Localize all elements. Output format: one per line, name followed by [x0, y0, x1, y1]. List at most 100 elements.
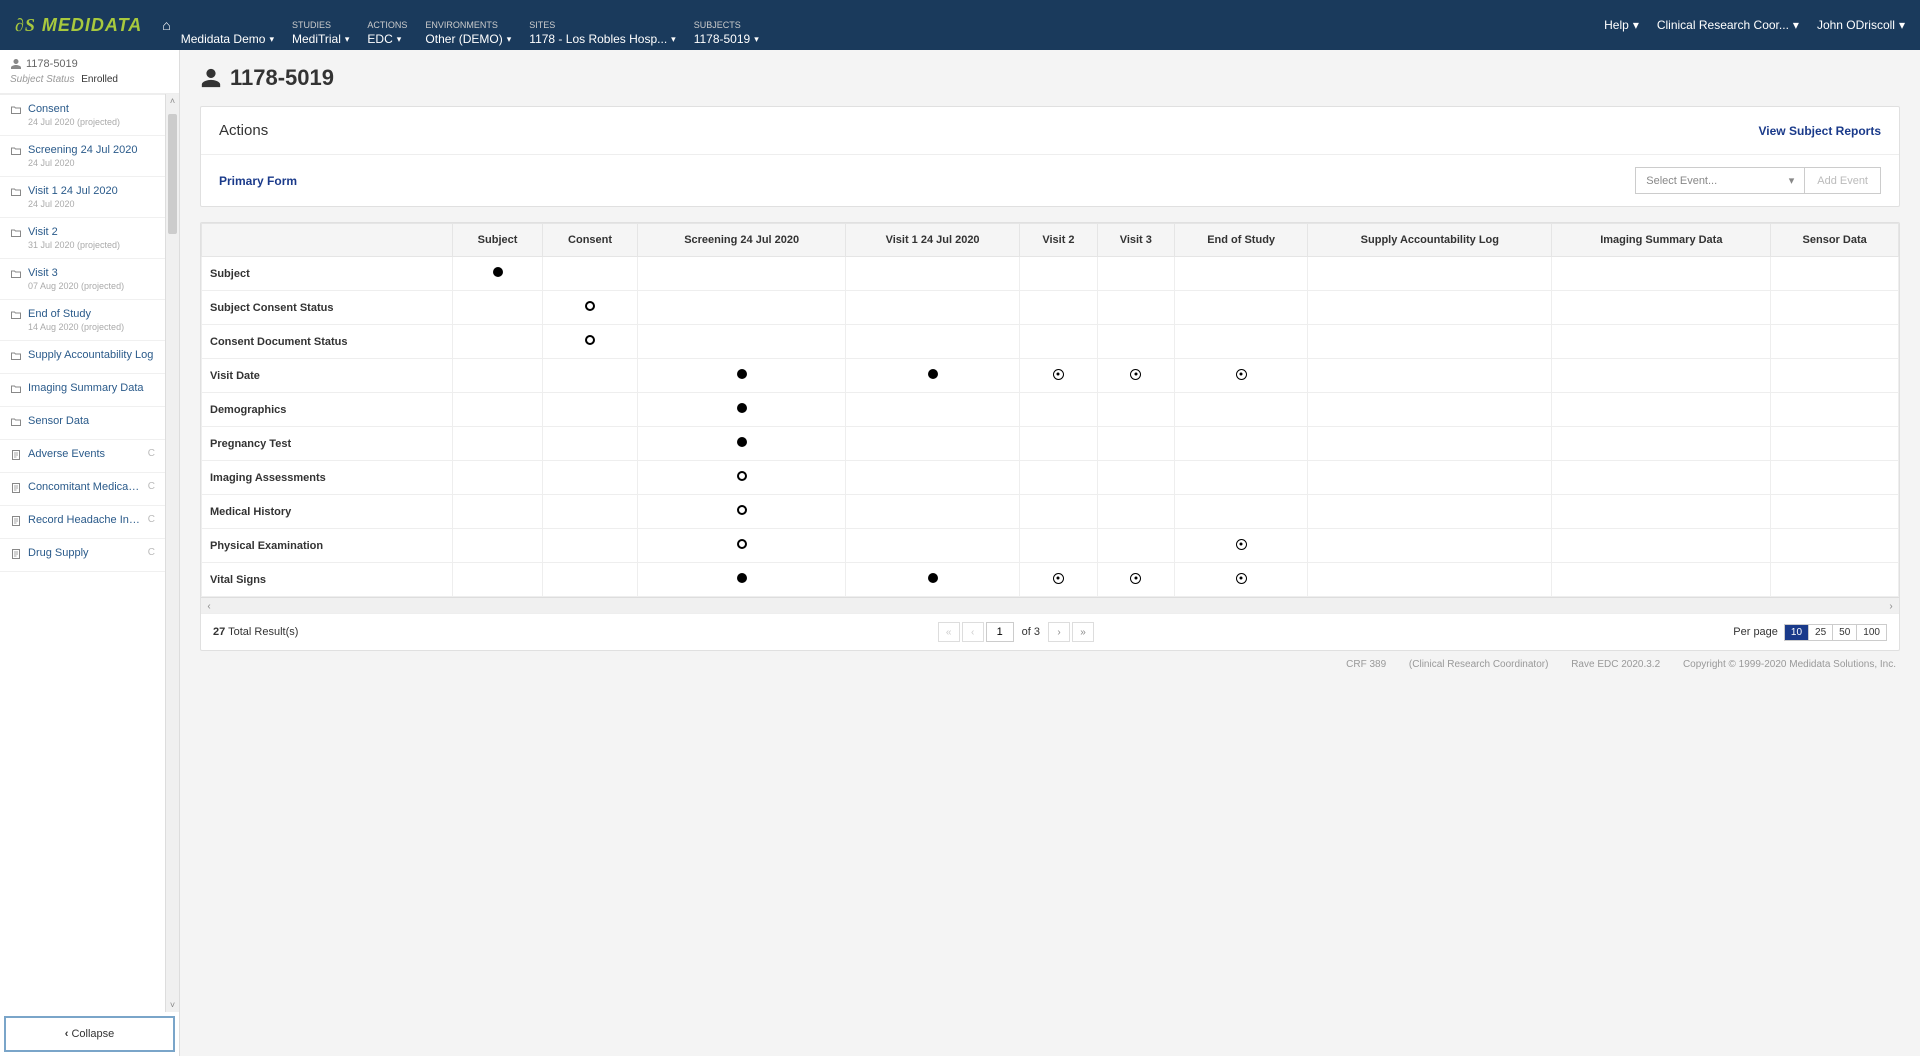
sidebar-item[interactable]: Screening 24 Jul 202024 Jul 2020: [0, 136, 165, 177]
status-target-icon[interactable]: [1053, 369, 1064, 380]
sidebar-item[interactable]: End of Study14 Aug 2020 (projected): [0, 300, 165, 341]
grid-cell[interactable]: [638, 529, 845, 563]
grid-cell[interactable]: [638, 359, 845, 393]
status-empty-icon[interactable]: [585, 335, 595, 345]
add-event-button[interactable]: Add Event: [1805, 167, 1881, 194]
grid-column-header[interactable]: Visit 1 24 Jul 2020: [845, 224, 1019, 257]
sidebar-item[interactable]: Concomitant MedicationC: [0, 473, 165, 506]
grid-cell[interactable]: [1097, 359, 1174, 393]
sidebar-item[interactable]: Consent24 Jul 2020 (projected): [0, 95, 165, 136]
status-filled-icon[interactable]: [737, 573, 747, 583]
nav-actions-dropdown[interactable]: EDC▾: [367, 32, 407, 46]
sidebar-item[interactable]: Drug SupplyC: [0, 539, 165, 572]
sidebar-item[interactable]: Adverse EventsC: [0, 440, 165, 473]
scrollbar-thumb[interactable]: [168, 114, 177, 234]
sidebar-item[interactable]: Visit 307 Aug 2020 (projected): [0, 259, 165, 300]
nav-env-dropdown[interactable]: Other (DEMO)▾: [425, 32, 511, 46]
nav-sites-dropdown[interactable]: 1178 - Los Robles Hosp...▾: [529, 32, 675, 46]
grid-column-header[interactable]: Imaging Summary Data: [1552, 224, 1771, 257]
sidebar-scrollbar[interactable]: ˄ ˅: [165, 94, 179, 1012]
select-event-dropdown[interactable]: Select Event... ▾: [1635, 167, 1805, 194]
grid-cell[interactable]: [638, 495, 845, 529]
grid-cell[interactable]: [1020, 563, 1097, 597]
view-subject-reports-link[interactable]: View Subject Reports: [1759, 124, 1881, 138]
status-target-icon[interactable]: [1236, 369, 1247, 380]
page-first-button[interactable]: «: [938, 622, 960, 642]
grid-cell[interactable]: [638, 461, 845, 495]
sidebar-item[interactable]: Record Headache InformationC: [0, 506, 165, 539]
nav-home-dropdown[interactable]: Medidata Demo▾: [181, 32, 274, 46]
user-dropdown[interactable]: John ODriscoll▾: [1817, 18, 1905, 32]
status-target-icon[interactable]: [1236, 539, 1247, 550]
status-empty-icon[interactable]: [737, 471, 747, 481]
grid-row-label[interactable]: Medical History: [202, 495, 453, 529]
sidebar-item[interactable]: Imaging Summary Data: [0, 374, 165, 407]
collapse-button[interactable]: Collapse: [4, 1016, 175, 1052]
grid-cell[interactable]: [1174, 563, 1307, 597]
grid-horizontal-scrollbar[interactable]: ‹ ›: [201, 597, 1899, 613]
home-icon[interactable]: ⌂: [162, 17, 170, 33]
grid-cell[interactable]: [1097, 563, 1174, 597]
scroll-left-icon[interactable]: ‹: [201, 598, 217, 614]
grid-cell[interactable]: [638, 427, 845, 461]
grid-cell[interactable]: [1174, 529, 1307, 563]
grid-row-label[interactable]: Consent Document Status: [202, 325, 453, 359]
status-filled-icon[interactable]: [493, 267, 503, 277]
status-target-icon[interactable]: [1130, 573, 1141, 584]
scroll-down-icon[interactable]: ˅: [166, 998, 179, 1012]
grid-cell[interactable]: [845, 359, 1019, 393]
grid-column-header[interactable]: Screening 24 Jul 2020: [638, 224, 845, 257]
per-page-option[interactable]: 100: [1856, 625, 1886, 640]
grid-cell[interactable]: [1174, 359, 1307, 393]
status-target-icon[interactable]: [1053, 573, 1064, 584]
per-page-option[interactable]: 10: [1785, 625, 1808, 640]
per-page-option[interactable]: 50: [1832, 625, 1856, 640]
grid-row-label[interactable]: Imaging Assessments: [202, 461, 453, 495]
grid-cell[interactable]: [1020, 359, 1097, 393]
grid-row-label[interactable]: Demographics: [202, 393, 453, 427]
help-dropdown[interactable]: Help▾: [1604, 18, 1639, 32]
grid-cell[interactable]: [542, 291, 638, 325]
grid-row-label[interactable]: Visit Date: [202, 359, 453, 393]
status-filled-icon[interactable]: [928, 573, 938, 583]
sidebar-item[interactable]: Supply Accountability Log: [0, 341, 165, 374]
grid-row-label[interactable]: Vital Signs: [202, 563, 453, 597]
status-filled-icon[interactable]: [737, 403, 747, 413]
status-empty-icon[interactable]: [737, 505, 747, 515]
grid-cell[interactable]: [453, 257, 542, 291]
scroll-up-icon[interactable]: ˄: [166, 94, 179, 108]
page-last-button[interactable]: »: [1072, 622, 1094, 642]
grid-column-header[interactable]: Sensor Data: [1771, 224, 1899, 257]
grid-column-header[interactable]: [202, 224, 453, 257]
status-empty-icon[interactable]: [585, 301, 595, 311]
grid-column-header[interactable]: Consent: [542, 224, 638, 257]
status-filled-icon[interactable]: [928, 369, 938, 379]
status-filled-icon[interactable]: [737, 437, 747, 447]
grid-row-label[interactable]: Subject: [202, 257, 453, 291]
status-target-icon[interactable]: [1236, 573, 1247, 584]
page-prev-button[interactable]: ‹: [962, 622, 984, 642]
nav-subjects-dropdown[interactable]: 1178-5019▾: [694, 32, 759, 46]
role-dropdown[interactable]: Clinical Research Coor...▾: [1657, 18, 1799, 32]
page-input[interactable]: [986, 622, 1014, 642]
grid-column-header[interactable]: Visit 2: [1020, 224, 1097, 257]
primary-form-link[interactable]: Primary Form: [219, 174, 297, 188]
grid-cell[interactable]: [542, 325, 638, 359]
grid-column-header[interactable]: Supply Accountability Log: [1308, 224, 1552, 257]
grid-row-label[interactable]: Physical Examination: [202, 529, 453, 563]
grid-cell[interactable]: [845, 563, 1019, 597]
page-next-button[interactable]: ›: [1048, 622, 1070, 642]
status-filled-icon[interactable]: [737, 369, 747, 379]
grid-column-header[interactable]: End of Study: [1174, 224, 1307, 257]
sidebar-item[interactable]: Visit 231 Jul 2020 (projected): [0, 218, 165, 259]
sidebar-item[interactable]: Sensor Data: [0, 407, 165, 440]
grid-column-header[interactable]: Visit 3: [1097, 224, 1174, 257]
grid-row-label[interactable]: Pregnancy Test: [202, 427, 453, 461]
grid-cell[interactable]: [638, 393, 845, 427]
per-page-option[interactable]: 25: [1808, 625, 1832, 640]
sidebar-item[interactable]: Visit 1 24 Jul 202024 Jul 2020: [0, 177, 165, 218]
grid-cell[interactable]: [638, 563, 845, 597]
scroll-right-icon[interactable]: ›: [1883, 598, 1899, 614]
grid-row-label[interactable]: Subject Consent Status: [202, 291, 453, 325]
status-target-icon[interactable]: [1130, 369, 1141, 380]
